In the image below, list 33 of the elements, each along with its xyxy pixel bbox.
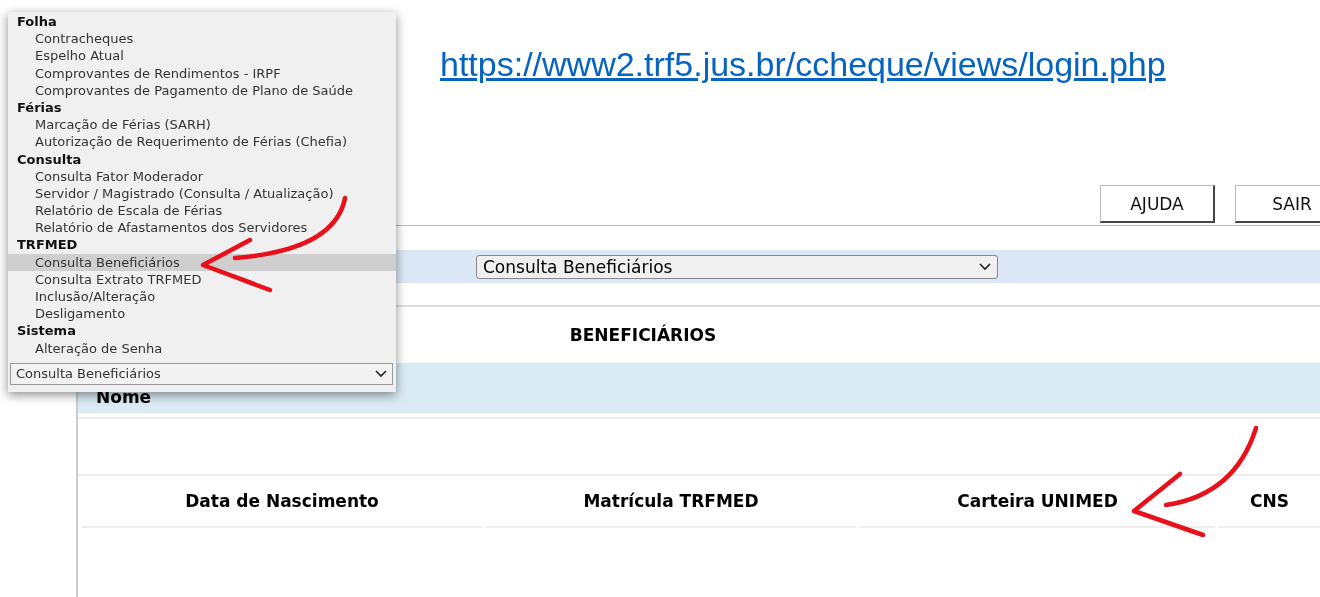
- option-group-label: Férias: [16, 98, 63, 117]
- url-link[interactable]: https://www2.trf5.jus.br/ccheque/views/login.php: [440, 44, 1166, 84]
- dropdown-option[interactable]: Relatório de Escala de Férias: [8, 202, 396, 220]
- option-group-label: Sistema: [16, 322, 77, 340]
- dropdown-option[interactable]: Relatório de Afastamentos dos Servidores: [8, 219, 396, 237]
- dropdown-option[interactable]: Consulta Extrato TRFMED: [8, 270, 396, 288]
- dropdown-option[interactable]: Autorização de Requerimento de Férias (Chefia): [8, 133, 396, 151]
- option-group-label: Folha: [16, 13, 58, 31]
- section-title: BENEFICIÁRIOS: [569, 325, 717, 345]
- dropdown-option[interactable]: Comprovantes de Pagamento de Plano de Saúde: [8, 81, 396, 99]
- header-button[interactable]: SAIR: [1235, 185, 1320, 223]
- dropdown-option[interactable]: Comprovantes de Rendimentos - IRPF: [8, 64, 396, 82]
- column-header: CNS: [1219, 476, 1320, 528]
- option-group-label: TRFMED: [16, 236, 79, 254]
- dropdown-option[interactable]: Inclusão/Alteração: [8, 288, 396, 306]
- dropdown-option[interactable]: Desligamento: [8, 305, 396, 323]
- dropdown-option[interactable]: Espelho Atual: [8, 47, 396, 65]
- column-header: Matrícula TRFMED: [486, 476, 856, 528]
- dropdown-option[interactable]: Consulta Beneficiários: [8, 253, 396, 271]
- header-button[interactable]: AJUDA: [1100, 185, 1215, 223]
- chevron-down-icon: [375, 369, 387, 378]
- column-header: Carteira UNIMED: [860, 476, 1215, 528]
- column-header: Nome: [96, 387, 152, 407]
- dropdown-select[interactable]: Consulta Beneficiários: [10, 362, 393, 385]
- dropdown-option[interactable]: Marcação de Férias (SARH): [8, 116, 396, 134]
- dropdown-option[interactable]: Servidor / Magistrado (Consulta / Atualização): [8, 184, 396, 203]
- dropdown-option[interactable]: Alteração de Senha: [8, 339, 396, 357]
- page-select[interactable]: Consulta Beneficiários: [476, 254, 998, 279]
- chevron-down-icon: [979, 262, 991, 271]
- column-header: Data de Nascimento: [82, 476, 482, 528]
- option-group-label: Consulta: [16, 150, 83, 168]
- dropdown-option[interactable]: Consulta Fator Moderador: [8, 167, 396, 185]
- dropdown-option[interactable]: Contracheques: [8, 30, 396, 48]
